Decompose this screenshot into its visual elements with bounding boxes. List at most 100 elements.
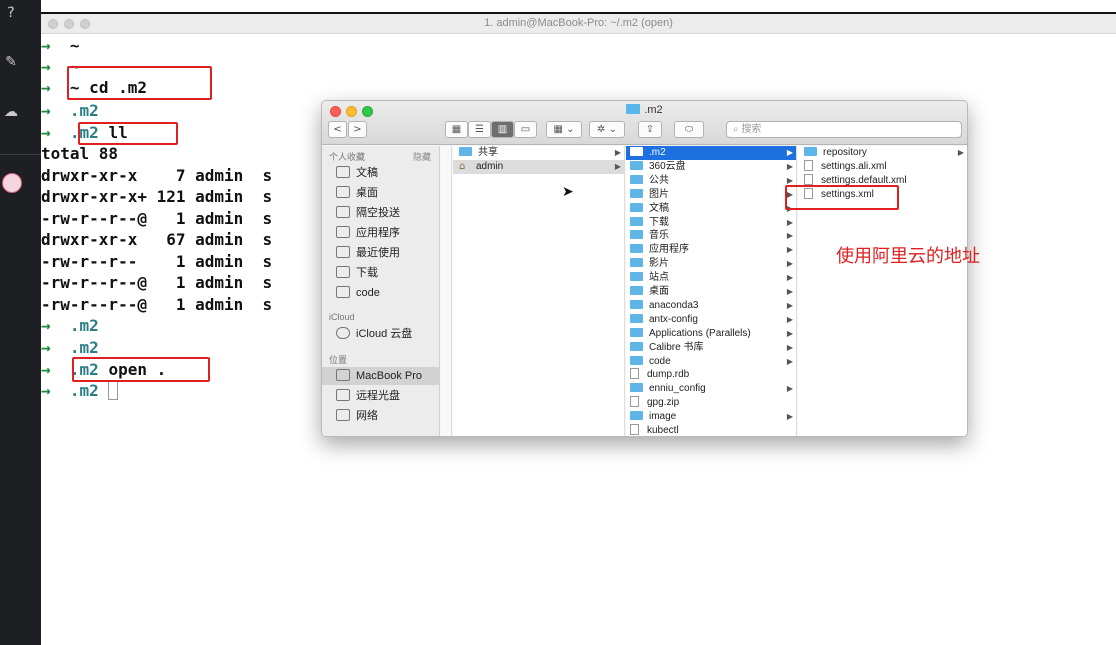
folder-icon xyxy=(630,230,643,240)
terminal-line: drwxr-xr-x+ 121 admin s xyxy=(41,187,272,208)
hide-favorites-link[interactable]: 隐藏 xyxy=(413,150,431,163)
sidebar-item-location[interactable]: 网络 xyxy=(336,407,378,425)
file-icon xyxy=(630,368,639,380)
terminal-text: drwxr-xr-x 67 admin s xyxy=(41,230,273,249)
folder-icon xyxy=(630,313,643,323)
disclosure-arrow-icon: ▶ xyxy=(786,217,793,227)
file-row[interactable]: kubectl xyxy=(626,424,796,436)
sidebar-item-favorite[interactable]: 最近使用 xyxy=(336,244,400,262)
folder-row[interactable]: 音乐 ▶ xyxy=(626,229,796,243)
sidebar-item-icloud-drive[interactable]: iCloud 云盘 xyxy=(336,325,412,343)
prompt-directory: .m2 xyxy=(69,381,99,400)
back-button[interactable]: < xyxy=(328,121,347,138)
sidebar-item-favorite[interactable]: code xyxy=(336,284,380,302)
group-menu-button[interactable]: ▦ ⌄ xyxy=(546,121,582,138)
file-row[interactable]: settings.ali.xml xyxy=(798,160,967,174)
folder-row[interactable]: enniu_config ▶ xyxy=(626,382,796,396)
item-name: anaconda3 xyxy=(649,299,699,311)
item-name: antx-config xyxy=(649,313,698,325)
finder-toolbar: .m2 < > ▦ ☰ ▥ ▭ ▦ ⌄ ✲ ⌄ ⇪ ⬭ ⌕ 搜索 xyxy=(322,101,967,145)
disclosure-arrow-icon: ▶ xyxy=(786,412,793,422)
sidebar-item-favorite[interactable]: 桌面 xyxy=(336,184,378,202)
tag-button[interactable]: ⬭ xyxy=(674,121,704,138)
search-field[interactable]: ⌕ 搜索 xyxy=(726,121,962,138)
cover-view-button[interactable]: ▭ xyxy=(514,121,537,138)
icon-view-button[interactable]: ▦ xyxy=(445,121,468,138)
prompt-directory: .m2 xyxy=(69,101,99,120)
file-icon xyxy=(804,174,813,185)
folder-icon xyxy=(630,286,643,295)
question-icon[interactable]: ? xyxy=(3,5,19,21)
locations-header: 位置 xyxy=(329,355,348,365)
folder-row[interactable]: ⌂ admin ▶ xyxy=(453,160,624,174)
folder-icon xyxy=(336,286,350,298)
terminal-line: → .m2 xyxy=(41,316,99,337)
laptop-icon xyxy=(336,369,350,381)
terminal-text: -rw-r--r--@ 1 admin s xyxy=(41,209,273,228)
folder-icon xyxy=(630,355,643,365)
folder-row[interactable]: .m2 ▶ xyxy=(626,146,796,160)
desktop-icon xyxy=(336,186,350,198)
folder-icon xyxy=(626,104,641,114)
column-view-button[interactable]: ▥ xyxy=(491,121,514,138)
folder-row[interactable]: 公共 ▶ xyxy=(626,174,796,188)
item-name: .m2 xyxy=(649,147,666,158)
finder-column-1: 共享 ▶ ⌂ admin ▶ xyxy=(453,146,625,436)
folder-icon xyxy=(630,202,643,212)
file-row[interactable]: gpg.zip xyxy=(626,396,796,410)
folder-icon xyxy=(630,258,643,268)
item-name: 应用程序 xyxy=(649,244,689,256)
item-name: 图片 xyxy=(649,188,669,200)
folder-row[interactable]: Applications (Parallels) ▶ xyxy=(626,327,796,341)
disc-icon xyxy=(336,389,350,401)
folder-row[interactable]: image ▶ xyxy=(626,410,796,424)
folder-row[interactable]: 应用程序 ▶ xyxy=(626,243,796,257)
folder-row[interactable]: 站点 ▶ xyxy=(626,271,796,285)
sidebar-item-favorite[interactable]: 隔空投送 xyxy=(336,204,400,222)
pencil-icon[interactable]: ✎ xyxy=(3,54,19,70)
folder-row[interactable]: 图片 ▶ xyxy=(626,188,796,202)
forward-button[interactable]: > xyxy=(348,121,367,138)
item-name: Applications (Parallels) xyxy=(649,327,751,339)
cloud-icon[interactable]: ☁ xyxy=(3,104,19,120)
prompt-directory: ~ xyxy=(69,36,80,55)
terminal-title: 1. admin@MacBook-Pro: ~/.m2 (open) xyxy=(484,17,673,29)
terminal-line: → .m2 xyxy=(41,101,99,122)
action-gear-button[interactable]: ✲ ⌄ xyxy=(589,121,625,138)
folder-icon xyxy=(630,411,643,421)
highlight-ll xyxy=(78,122,178,145)
folder-row[interactable]: Calibre 书库 ▶ xyxy=(626,341,796,355)
file-row[interactable]: dump.rdb xyxy=(626,368,796,382)
folder-icon xyxy=(630,272,643,282)
avatar[interactable] xyxy=(2,173,22,193)
folder-row[interactable]: 影片 ▶ xyxy=(626,257,796,271)
terminal-cursor xyxy=(108,381,119,400)
terminal-line: -rw-r--r--@ 1 admin s xyxy=(41,209,272,230)
sidebar-item-favorite[interactable]: 下载 xyxy=(336,264,378,282)
share-button[interactable]: ⇪ xyxy=(638,121,662,138)
terminal-line: → .m2 xyxy=(41,381,119,402)
list-view-button[interactable]: ☰ xyxy=(468,121,491,138)
sidebar-item-favorite[interactable]: 应用程序 xyxy=(336,224,400,242)
folder-icon xyxy=(459,147,472,156)
finder-scroll-gutter xyxy=(441,146,452,436)
folder-row[interactable]: code ▶ xyxy=(626,355,796,369)
folder-row[interactable]: antx-config ▶ xyxy=(626,313,796,327)
item-name: gpg.zip xyxy=(647,397,680,409)
finder-title: .m2 xyxy=(322,104,967,116)
folder-row[interactable]: 下载 ▶ xyxy=(626,216,796,230)
folder-row[interactable]: 桌面 ▶ xyxy=(626,285,796,299)
folder-row[interactable]: 360云盘 ▶ xyxy=(626,160,796,174)
item-name: repository xyxy=(823,147,867,158)
folder-row[interactable]: 共享 ▶ xyxy=(453,146,624,160)
folder-row[interactable]: 文稿 ▶ xyxy=(626,202,796,216)
sidebar-item-favorite[interactable]: 文稿 xyxy=(336,164,378,182)
sidebar-item-location[interactable]: 远程光盘 xyxy=(336,387,400,405)
prompt-arrow: → xyxy=(41,316,51,335)
sidebar-item-location[interactable]: MacBook Pro xyxy=(322,367,440,385)
item-name: 下载 xyxy=(649,216,669,228)
folder-row[interactable]: anaconda3 ▶ xyxy=(626,299,796,313)
favorites-header: 个人收藏 xyxy=(329,152,366,162)
folder-icon xyxy=(630,160,643,170)
folder-row[interactable]: repository ▶ xyxy=(798,146,967,160)
